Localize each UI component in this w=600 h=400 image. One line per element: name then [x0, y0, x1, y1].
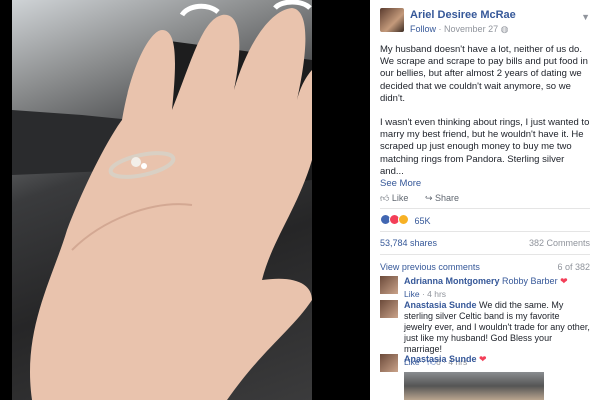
see-more-link[interactable]: See More [380, 178, 421, 189]
commenter-name[interactable]: Adrianna Montgomery [404, 276, 500, 286]
divider [380, 254, 590, 255]
previous-comments-row: View previous comments 6 of 382 [380, 262, 590, 272]
like-button[interactable]: 👍︎ Like [380, 193, 408, 204]
commenter-name[interactable]: Anastasia Sunde [404, 354, 477, 364]
shares-count[interactable]: 53,784 shares [380, 238, 437, 248]
comment-body: Adrianna Montgomery Robby Barber ❤ Like … [404, 276, 590, 300]
comment-meta: Like · 4 hrs [404, 289, 447, 299]
post-header: Ariel Desiree McRae Follow · November 27… [380, 8, 592, 38]
chevron-down-icon[interactable]: ▼ [581, 12, 590, 22]
view-previous-comments-link[interactable]: View previous comments [380, 262, 480, 272]
haha-reaction-icon [398, 214, 409, 225]
hand-with-ring-illustration [12, 0, 312, 400]
post-paragraph-1: My husband doesn't have a lot, neither o… [380, 44, 588, 104]
author-avatar[interactable] [380, 8, 404, 32]
share-button[interactable]: ↪ Share [425, 193, 459, 204]
commenter-avatar[interactable] [380, 276, 398, 294]
comment-photo-thumbnail[interactable] [404, 372, 544, 400]
shares-row: 53,784 shares 382 Comments [380, 238, 590, 248]
comment-pagination: 6 of 382 [557, 262, 590, 272]
comment-like-button[interactable]: Like [404, 289, 420, 299]
divider [380, 208, 590, 209]
globe-icon: ◍ [500, 24, 509, 34]
post-date[interactable]: November 27 [444, 24, 498, 34]
comment-time[interactable]: 4 hrs [427, 289, 446, 299]
post-meta: Follow · November 27 ◍ [410, 24, 508, 35]
post-body: My husband doesn't have a lot, neither o… [380, 44, 590, 190]
thumbs-up-icon: 👍︎ [380, 193, 390, 203]
comments-count[interactable]: 382 Comments [529, 238, 590, 248]
share-arrow-icon: ↪ [424, 193, 433, 203]
heart-icon: ❤ [560, 276, 568, 286]
comment-body: Anastasia Sunde ❤ [404, 354, 590, 365]
author-name[interactable]: Ariel Desiree McRae [410, 9, 516, 21]
follow-link[interactable]: Follow [410, 24, 436, 34]
commenter-avatar[interactable] [380, 300, 398, 318]
divider [380, 231, 590, 232]
post-photo[interactable] [12, 0, 312, 400]
post-actions: 👍︎ Like ↪ Share [380, 193, 590, 204]
commenter-avatar[interactable] [380, 354, 398, 372]
meta-separator: · [438, 24, 442, 34]
tagged-user[interactable]: Robby Barber [502, 276, 558, 286]
heart-icon: ❤ [479, 354, 487, 364]
reaction-count: 65K [414, 216, 431, 226]
reactions-summary[interactable]: 65K [380, 214, 431, 226]
post-panel: Ariel Desiree McRae Follow · November 27… [370, 0, 600, 400]
photo-viewer [0, 0, 370, 400]
post-paragraph-2: I wasn't even thinking about rings, I ju… [380, 117, 590, 177]
commenter-name[interactable]: Anastasia Sunde [404, 300, 477, 310]
